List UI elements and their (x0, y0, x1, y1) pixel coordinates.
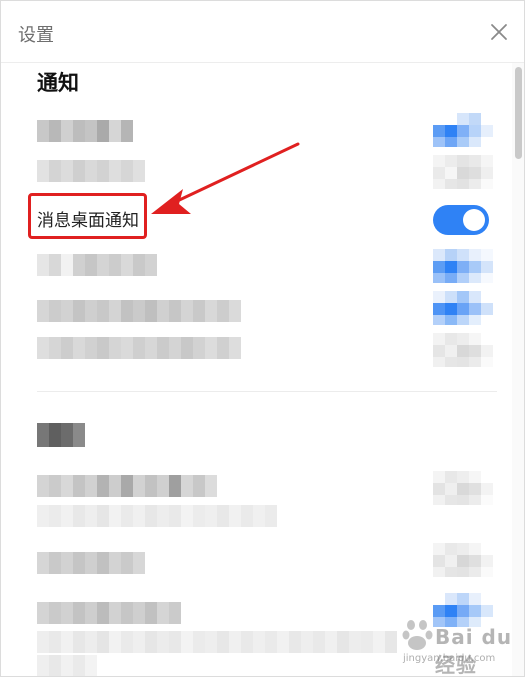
watermark: Bai du 经验 jingyan.baidu.com (399, 611, 519, 676)
highlight-box (28, 193, 147, 239)
blurred-setting-label (37, 254, 157, 276)
blurred-toggle[interactable] (433, 291, 493, 325)
blurred-toggle[interactable] (433, 543, 493, 577)
paw-logo-icon (402, 620, 433, 650)
blurred-setting-label (37, 475, 217, 497)
blurred-setting-label (37, 300, 241, 322)
blurred-toggle[interactable] (433, 249, 493, 283)
blurred-toggle[interactable] (433, 113, 493, 147)
close-button[interactable] (488, 21, 510, 43)
section-divider (37, 391, 497, 392)
toggle-knob (463, 209, 485, 231)
blurred-section-title (37, 423, 85, 447)
blurred-setting-description (37, 655, 97, 676)
settings-dialog: 设置 通知 消息桌面通知 Bai du 经验 jingyan.baidu.com (0, 0, 525, 677)
blurred-setting-label (37, 120, 133, 142)
blurred-setting-label (37, 160, 145, 182)
watermark-url: jingyan.baidu.com (403, 653, 496, 664)
blurred-toggle[interactable] (433, 155, 493, 189)
scrollbar-thumb[interactable] (515, 67, 522, 159)
dialog-title: 设置 (18, 25, 54, 46)
section-title-notifications: 通知 (37, 71, 79, 95)
dialog-titlebar: 设置 (1, 1, 524, 63)
blurred-setting-description (37, 505, 277, 527)
blurred-toggle[interactable] (433, 333, 493, 367)
blurred-toggle[interactable] (433, 471, 493, 505)
watermark-brand: Bai du 经验 (435, 625, 513, 677)
desktop-notification-toggle[interactable] (433, 205, 489, 235)
blurred-setting-description (37, 631, 397, 653)
close-icon (491, 24, 507, 40)
blurred-setting-label (37, 552, 145, 574)
blurred-setting-label (37, 602, 181, 624)
blurred-setting-label (37, 337, 241, 359)
scrollbar[interactable] (512, 63, 524, 676)
